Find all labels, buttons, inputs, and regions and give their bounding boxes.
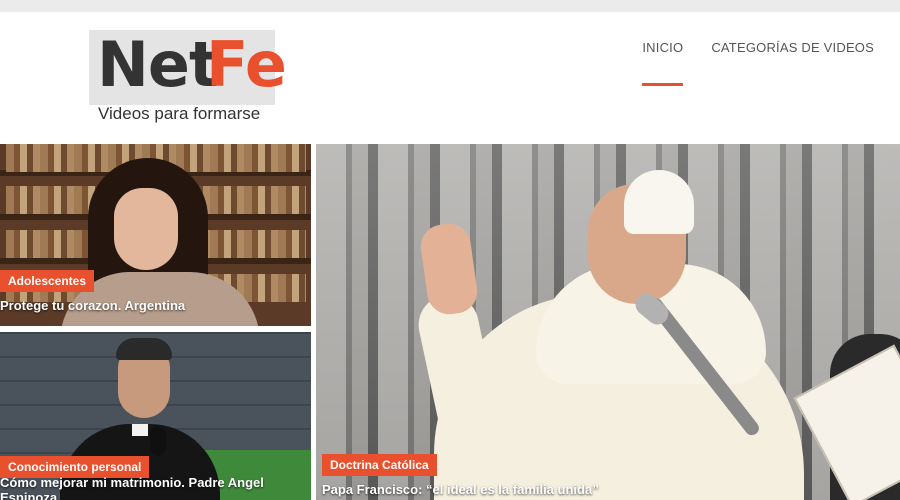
site-header: Net Fe Videos para formarse INICIO CATEG…	[0, 12, 900, 144]
category-badge[interactable]: Adolescentes	[0, 270, 95, 292]
thumbnail-face	[114, 188, 178, 270]
logo-text-net: Net	[97, 28, 219, 101]
microphone-icon	[150, 426, 166, 456]
video-card-featured[interactable]: Doctrina Católica Papa Francisco: “el id…	[316, 144, 900, 500]
video-card-1[interactable]: Adolescentes Protege tu corazon. Argenti…	[0, 144, 311, 326]
video-title[interactable]: Papa Francisco: “el ideal es la familia …	[322, 482, 599, 497]
zucchetto-cap	[624, 170, 694, 234]
logo-tagline: Videos para formarse	[98, 104, 261, 123]
video-card-2[interactable]: Conocimiento personal Cómo mejorar mi ma…	[0, 332, 311, 500]
video-title[interactable]: Cómo mejorar mi matrimonio. Padre Angel …	[0, 475, 308, 500]
nav-categorias-videos[interactable]: CATEGORÍAS DE VIDEOS	[711, 40, 874, 55]
thumbnail-hair	[116, 338, 172, 360]
clerical-collar	[132, 424, 148, 436]
video-title[interactable]: Protege tu corazon. Argentina	[0, 298, 185, 313]
main-nav: INICIO CATEGORÍAS DE VIDEOS	[642, 40, 874, 86]
site-logo[interactable]: Net Fe Videos para formarse	[89, 28, 287, 126]
nav-inicio[interactable]: INICIO	[642, 40, 684, 86]
category-badge[interactable]: Doctrina Católica	[322, 454, 437, 476]
logo-text-fe: Fe	[206, 28, 287, 101]
top-bar	[0, 0, 900, 12]
